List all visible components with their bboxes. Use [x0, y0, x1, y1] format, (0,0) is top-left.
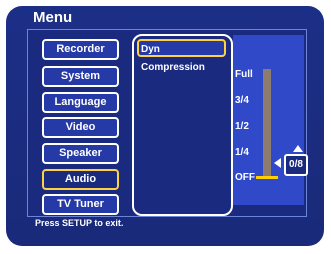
menu-button-video[interactable]: Video — [42, 117, 119, 138]
menu-button-language[interactable]: Language — [42, 92, 119, 113]
level-slider-indicator — [256, 176, 278, 179]
left-arrow-icon[interactable] — [274, 158, 281, 168]
level-slider-track[interactable] — [263, 69, 271, 177]
level-label-3-4: 3/4 — [235, 95, 249, 106]
level-label-1-2: 1/2 — [235, 121, 249, 132]
menu-button-audio[interactable]: Audio — [42, 169, 119, 190]
menu-button-recorder[interactable]: Recorder — [42, 39, 119, 60]
menu-button-tv-tuner[interactable]: TV Tuner — [42, 194, 119, 215]
level-label-off: OFF — [235, 172, 255, 183]
level-value: 0/8 — [284, 154, 308, 176]
submenu-item-dyn-compression[interactable]: Dyn Compression — [137, 39, 226, 73]
exit-hint: Press SETUP to exit. — [35, 218, 124, 228]
level-label-full: Full — [235, 69, 253, 80]
up-arrow-icon[interactable] — [293, 145, 303, 152]
menu-title: Menu — [33, 9, 73, 26]
menu-button-speaker[interactable]: Speaker — [42, 143, 119, 164]
menu-button-system[interactable]: System — [42, 66, 119, 87]
level-label-1-4: 1/4 — [235, 147, 249, 158]
